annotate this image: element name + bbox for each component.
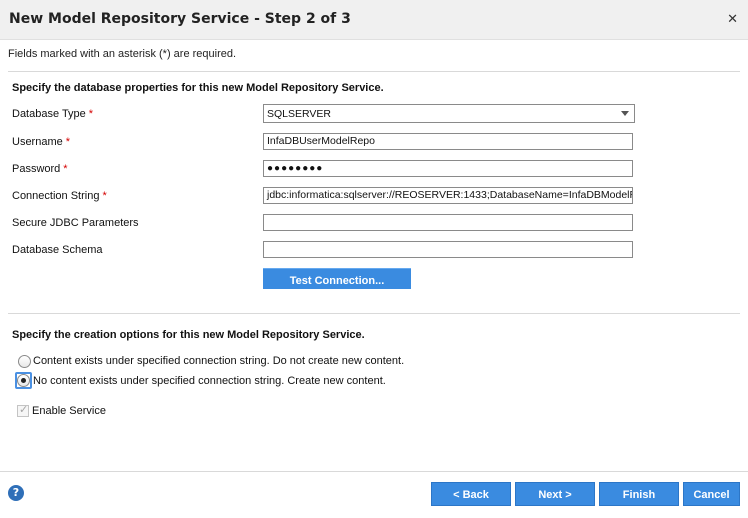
database-type-select[interactable]: SQLSERVER	[263, 104, 635, 123]
chevron-down-icon	[621, 111, 629, 116]
close-icon[interactable]: ✕	[727, 12, 738, 27]
dialog-titlebar: New Model Repository Service - Step 2 of…	[0, 0, 748, 40]
connection-string-input[interactable]: jdbc:informatica:sqlserver://REOSERVER:1…	[263, 187, 633, 204]
footer-divider	[0, 471, 748, 472]
database-schema-input[interactable]	[263, 241, 633, 258]
secure-jdbc-input[interactable]	[263, 214, 633, 231]
enable-service-label[interactable]: Enable Service	[32, 405, 106, 417]
help-icon[interactable]: ?	[8, 485, 24, 501]
divider	[8, 313, 740, 314]
finish-button[interactable]: Finish	[599, 482, 679, 506]
secure-jdbc-label: Secure JDBC Parameters	[12, 217, 139, 229]
enable-service-checkbox[interactable]: ✓	[17, 403, 29, 417]
dialog-title: New Model Repository Service - Step 2 of…	[9, 11, 351, 27]
radio-create-new-content[interactable]	[17, 374, 30, 387]
required-fields-note: Fields marked with an asterisk (*) are r…	[8, 48, 237, 60]
next-button[interactable]: Next >	[515, 482, 595, 506]
radio-content-exists[interactable]	[18, 355, 31, 368]
divider	[8, 71, 740, 72]
password-input[interactable]: ●●●●●●●●	[263, 160, 633, 177]
database-section-title: Specify the database properties for this…	[12, 82, 384, 94]
database-type-value: SQLSERVER	[267, 108, 331, 120]
radio-content-exists-label[interactable]: Content exists under specified connectio…	[33, 355, 404, 367]
username-input[interactable]: InfaDBUserModelRepo	[263, 133, 633, 150]
checkmark-icon: ✓	[19, 403, 29, 416]
radio-selected-dot	[21, 378, 26, 383]
connection-string-label: Connection String *	[12, 190, 107, 202]
username-label: Username *	[12, 136, 71, 148]
database-type-label: Database Type *	[12, 108, 94, 120]
password-label: Password *	[12, 163, 68, 175]
database-schema-label: Database Schema	[12, 244, 103, 256]
radio-create-new-content-label[interactable]: No content exists under specified connec…	[33, 375, 386, 387]
creation-section-title: Specify the creation options for this ne…	[12, 329, 365, 341]
test-connection-button[interactable]: Test Connection...	[263, 268, 411, 289]
back-button[interactable]: < Back	[431, 482, 511, 506]
cancel-button[interactable]: Cancel	[683, 482, 740, 506]
